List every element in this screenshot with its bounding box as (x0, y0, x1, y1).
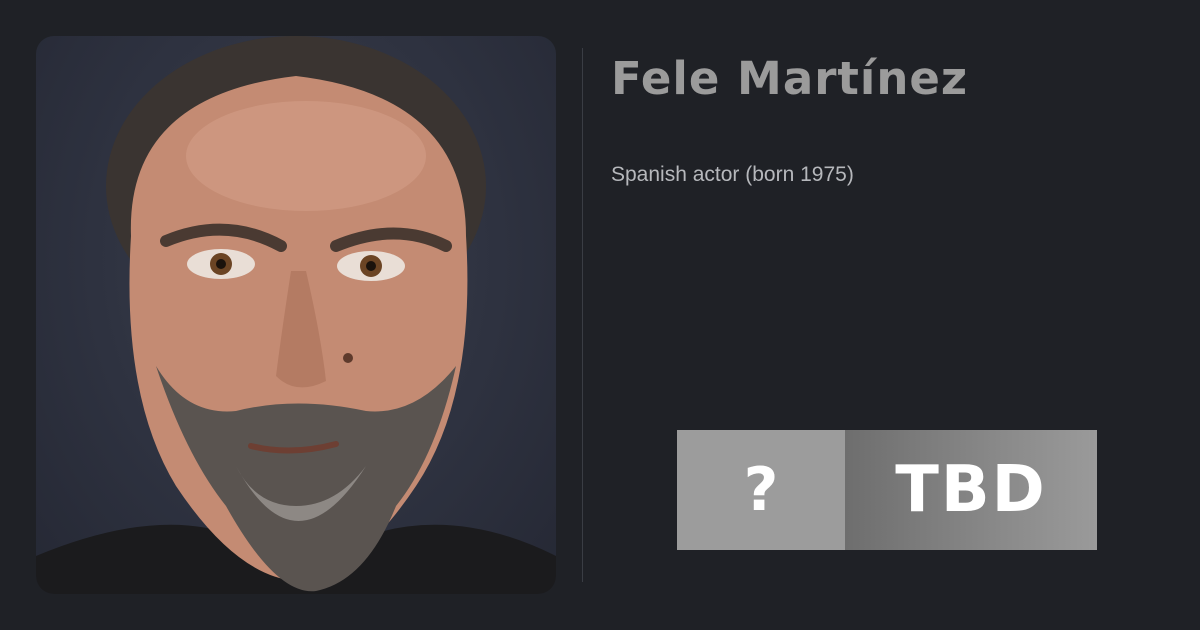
person-name: Fele Martínez (611, 52, 969, 105)
question-mark-icon: ? (743, 455, 779, 525)
badge-label-panel: TBD (845, 430, 1097, 550)
status-badge: ? TBD (677, 430, 1097, 550)
vertical-divider (582, 48, 583, 582)
badge-label: TBD (895, 453, 1047, 527)
badge-symbol-panel: ? (677, 430, 845, 550)
person-description: Spanish actor (born 1975) (611, 163, 854, 186)
portrait-illustration (36, 36, 556, 594)
portrait-photo (36, 36, 556, 594)
